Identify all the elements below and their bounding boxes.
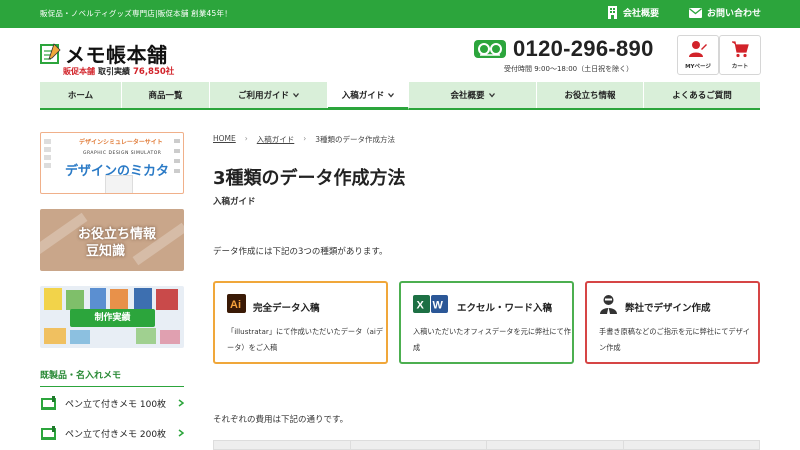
tool-strip-icon — [44, 139, 51, 168]
card-complete-data[interactable]: Ai 完全データ入稿 「illustratar」にて作成いただいたデータ（aiデ… — [213, 281, 388, 364]
nav-useful-info[interactable]: お役立ち情報 — [537, 82, 644, 108]
business-hours: 受付時間 9:00～18:00（土日祝を除く） — [504, 65, 634, 73]
sidebar-item-label: ペン立て付きメモ 100枚 — [65, 399, 167, 410]
chevron-down-icon — [488, 93, 495, 98]
works-banner[interactable]: 制作実績 — [40, 286, 184, 348]
nav-home-label: ホーム — [67, 91, 94, 101]
mail-icon — [689, 7, 702, 18]
nav-submission-guide-label: 入稿ガイド — [341, 90, 385, 101]
contact-link[interactable]: お問い合わせ — [689, 6, 761, 19]
site-header: メモ帳本舗 販促本舗 取引実績 76,850社 0120-296-890 受付時… — [0, 28, 800, 82]
breadcrumb-submission-guide[interactable]: 入稿ガイド — [257, 134, 295, 145]
table-header-cell — [351, 441, 487, 449]
memo-pad-icon — [41, 425, 56, 440]
nav-faq-label: よくあるご質問 — [672, 91, 732, 101]
sidebar-item-pen-stand-memo-100[interactable]: ペン立て付きメモ 100枚 — [40, 391, 184, 415]
user-edit-icon — [689, 41, 707, 57]
sidebar-item-label: ペン立て付きメモ 200枚 — [65, 429, 167, 440]
table-header-cell — [214, 441, 351, 449]
page-title: 3種類のデータ作成方法 — [213, 168, 406, 189]
phone-number[interactable]: 0120-296-890 — [513, 36, 654, 62]
intro-text: データ作成には下記の3つの種類があります。 — [213, 247, 388, 257]
cost-intro-text: それぞれの費用は下記の通りです。 — [213, 415, 349, 425]
tool-strip-icon — [174, 139, 180, 173]
chevron-down-icon — [388, 92, 395, 98]
nav-products-label: 商品一覧 — [148, 91, 183, 101]
sidebar-heading: 既製品・名入れメモ — [40, 368, 184, 387]
svg-text:Ai: Ai — [230, 299, 241, 311]
chevron-right-icon — [178, 399, 184, 407]
phone-block: 0120-296-890 受付時間 9:00～18:00（土日祝を除く） — [474, 36, 670, 77]
nav-usage-guide-label: ご利用ガイド — [237, 91, 289, 101]
building-icon — [608, 6, 617, 19]
company-link-label: 会社概要 — [623, 9, 660, 19]
designer-icon — [600, 295, 617, 314]
card-description: 手書き原稿などのご指示を元に弊社にてデザイン作成 — [599, 327, 750, 352]
card-design-by-us[interactable]: 弊社でデザイン作成 手書き原稿などのご指示を元に弊社にてデザイン作成 — [585, 281, 760, 364]
top-bar: 販促品・ノベルティグッズ専門店|販促本舗 創業45年！ 会社概要 お問い合わせ — [0, 0, 800, 28]
card-description: 入稿いただいたオフィスデータを元に弊社にて作成 — [413, 327, 571, 352]
table-header-cell — [624, 441, 760, 449]
card-title: エクセル・ワード入稿 — [457, 303, 553, 314]
breadcrumb-separator: › — [303, 134, 307, 143]
nav-home[interactable]: ホーム — [40, 82, 122, 108]
nav-company[interactable]: 会社概要 — [409, 82, 537, 108]
cost-table — [213, 440, 760, 450]
mypage-button[interactable]: MYページ — [677, 35, 719, 75]
chevron-down-icon — [293, 93, 299, 98]
cart-button[interactable]: カート — [719, 35, 761, 75]
mypage-label: MYページ — [685, 64, 711, 70]
nav-company-label: 会社概要 — [450, 91, 485, 101]
banner-tips-line2: 豆知識 — [86, 244, 126, 259]
memo-pad-icon — [41, 395, 56, 410]
card-title: 弊社でデザイン作成 — [625, 303, 711, 314]
nav-usage-guide[interactable]: ご利用ガイド — [210, 82, 328, 108]
nav-products[interactable]: 商品一覧 — [122, 82, 210, 108]
main-nav: ホーム 商品一覧 ご利用ガイド 入稿ガイド 会社概要 お役立ち情報 よくあるご質… — [40, 82, 760, 110]
company-link[interactable]: 会社概要 — [607, 6, 659, 19]
excel-word-icon: X W — [413, 295, 448, 313]
banner-design-en: GRAPHIC DESIGN SIMULATOR — [83, 151, 162, 156]
site-tagline: 販促品・ノベルティグッズ専門店|販促本舗 創業45年！ — [40, 9, 232, 18]
cart-icon — [732, 41, 749, 58]
page-subtitle: 入稿ガイド — [213, 197, 256, 207]
svg-text:W: W — [433, 300, 444, 312]
tote-bag-illustration — [105, 175, 133, 193]
logo-subline: 販促本舗 取引実績 76,850社 — [63, 65, 175, 78]
breadcrumb-current: 3種類のデータ作成方法 — [315, 135, 396, 144]
breadcrumb-separator: › — [244, 134, 248, 143]
nav-faq[interactable]: よくあるご質問 — [644, 82, 760, 108]
logo-brand: 販促本舗 — [63, 66, 95, 76]
card-description: 「illustratar」にて作成いただいたデータ（aiデータ）をご入稿 — [227, 327, 384, 352]
svg-text:X: X — [417, 300, 425, 312]
design-simulator-banner[interactable]: デザインシミュレーターサイト GRAPHIC DESIGN SIMULATOR … — [40, 132, 184, 194]
logo-record-count: 76,850社 — [133, 67, 175, 77]
banner-works-label: 制作実績 — [70, 309, 155, 327]
free-dial-icon — [474, 40, 506, 58]
card-excel-word[interactable]: X W エクセル・ワード入稿 入稿いただいたオフィスデータを元に弊社にて作成 — [399, 281, 574, 364]
illustrator-icon: Ai — [227, 294, 246, 313]
breadcrumb: HOME › 入稿ガイド › 3種類のデータ作成方法 — [213, 134, 395, 145]
cart-label: カート — [731, 64, 749, 70]
logo-record-label: 取引実績 — [98, 66, 130, 76]
useful-info-banner[interactable]: お役立ち情報 豆知識 — [40, 209, 184, 271]
nav-submission-guide[interactable]: 入稿ガイド — [328, 82, 409, 110]
chevron-right-icon — [178, 429, 184, 437]
sidebar-item-pen-stand-memo-200[interactable]: ペン立て付きメモ 200枚 — [40, 421, 184, 445]
banner-design-top: デザインシミュレーターサイト — [79, 139, 163, 146]
breadcrumb-home[interactable]: HOME — [213, 134, 236, 145]
logo-title: メモ帳本舗 — [65, 43, 168, 67]
table-header-cell — [487, 441, 624, 449]
memo-pad-logo-icon — [40, 43, 61, 64]
contact-link-label: お問い合わせ — [707, 9, 762, 19]
card-title: 完全データ入稿 — [253, 303, 320, 314]
nav-useful-info-label: お役立ち情報 — [564, 91, 616, 101]
